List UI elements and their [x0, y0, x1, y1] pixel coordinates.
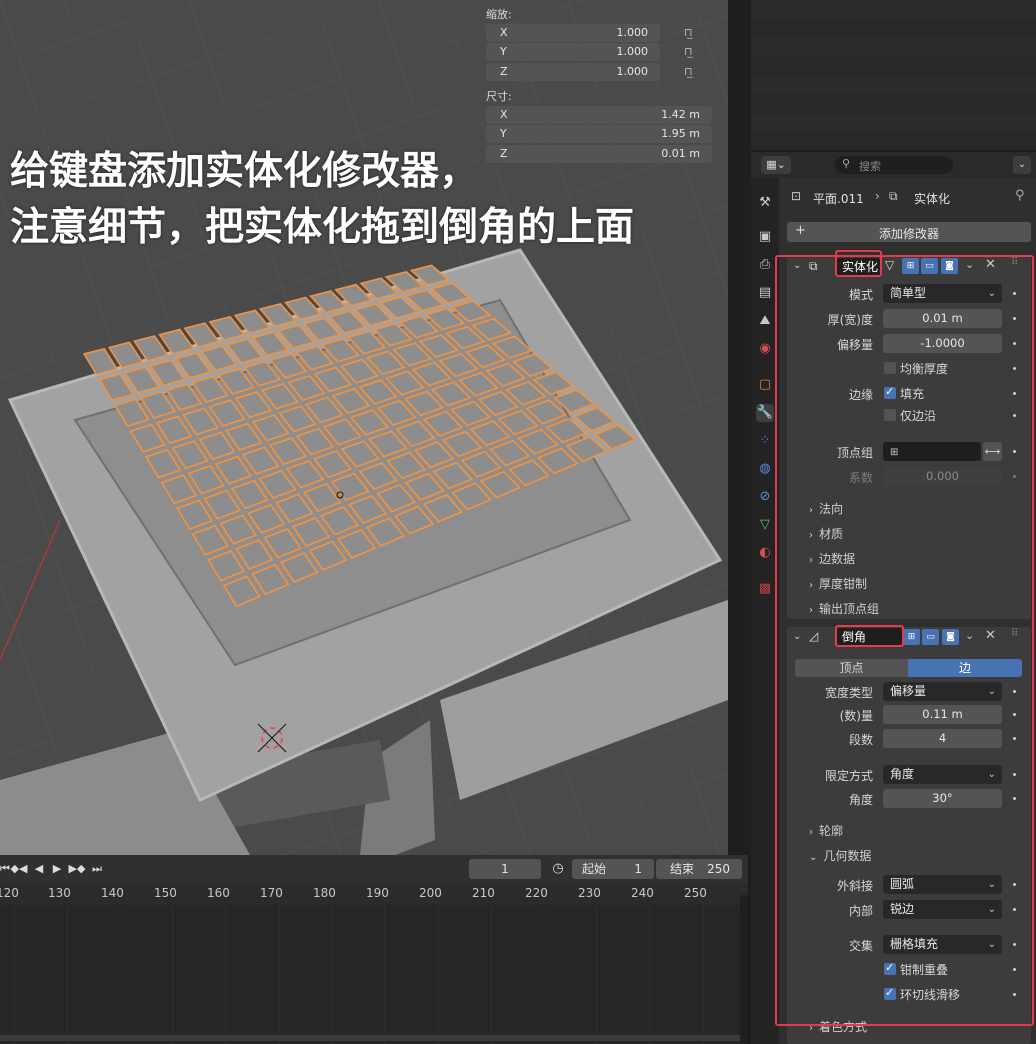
tick-label: 220 — [525, 886, 548, 900]
pin-icon[interactable]: ⚲ — [1015, 188, 1025, 203]
highlight-bevel-name — [835, 625, 904, 647]
jump-end-icon[interactable]: ⏭ — [88, 861, 106, 877]
timeline-editor[interactable]: ⏮ ◆◀ ◀ ▶ ▶◆ ⏭ 1 ◷ 起始 1 结束 250 120 130 14… — [0, 855, 748, 1044]
render-tab-icon[interactable]: ▣ — [756, 228, 774, 246]
lock-icon[interactable]: ⊓̲ — [684, 45, 700, 59]
scale-z-field[interactable]: Z 1.000 — [486, 63, 660, 81]
scene-tab-icon[interactable]: ⛰ — [756, 312, 774, 330]
add-modifier-label: 添加修改器 — [878, 227, 939, 241]
tick-label: 150 — [154, 886, 177, 900]
tick-label: 190 — [366, 886, 389, 900]
tick-label: 160 — [207, 886, 230, 900]
dimension-y-field[interactable]: Y 1.95 m — [486, 125, 712, 143]
lock-icon[interactable]: ⊓̲ — [684, 26, 700, 40]
add-modifier-button[interactable]: + 添加修改器 — [787, 222, 1031, 242]
tick-label: 210 — [472, 886, 495, 900]
editor-type-icon[interactable]: ▦⌄ — [761, 156, 791, 174]
physics-tab-icon[interactable]: ◍ — [756, 460, 774, 478]
search-placeholder: 搜索 — [859, 160, 881, 173]
dimensions-title: 尺寸: — [486, 90, 512, 103]
timeline-scrollbar — [0, 1035, 740, 1041]
timeline-gridlines — [0, 905, 740, 1044]
dimension-x-field[interactable]: X 1.42 m — [486, 106, 712, 124]
tool-tab-icon[interactable]: ⚒ — [756, 194, 774, 212]
scale-y-field[interactable]: Y 1.000 — [486, 43, 660, 61]
search-icon: ⚲ — [842, 157, 851, 170]
current-frame-field[interactable]: 1 — [469, 859, 541, 879]
scale-title: 缩放: — [486, 8, 512, 21]
properties-header: ▦⌄ ⚲ 搜索 ⌄ — [751, 152, 1036, 178]
data-tab-icon[interactable]: ▽ — [756, 516, 774, 534]
start-frame-field[interactable]: 起始 1 — [572, 859, 654, 879]
output-tab-icon[interactable]: ⎙ — [756, 256, 774, 274]
caption-line-2: 注意细节，把实体化拖到倒角的上面 — [10, 205, 635, 250]
area-divider — [728, 0, 751, 855]
caption-line-1: 给键盘添加实体化修改器， — [10, 149, 479, 194]
highlight-modifier-stack — [775, 255, 1034, 1026]
play-icon[interactable]: ▶ — [48, 861, 66, 877]
highlight-solidify-name — [835, 250, 882, 277]
lock-icon[interactable]: ⊓̲ — [684, 65, 700, 79]
tick-label: 230 — [578, 886, 601, 900]
prev-keyframe-icon[interactable]: ◆◀ — [10, 861, 28, 877]
tick-label: 240 — [631, 886, 654, 900]
3d-viewport[interactable]: 缩放: X 1.000 Y 1.000 Z 1.000 ⊓̲ ⊓̲ ⊓̲ 尺寸: X1… — [0, 0, 728, 855]
tick-label: 130 — [48, 886, 71, 900]
tick-label: 200 — [419, 886, 442, 900]
tick-label: 170 — [260, 886, 283, 900]
next-keyframe-icon[interactable]: ▶◆ — [68, 861, 86, 877]
breadcrumb-modifier: 实体化 — [914, 192, 951, 206]
solidify-icon: ⧉ — [889, 189, 898, 203]
tick-label: 120 — [0, 886, 19, 900]
view-layer-tab-icon[interactable]: ▤ — [756, 284, 774, 302]
timeline-side-strip — [740, 895, 748, 1044]
search-input[interactable]: ⚲ 搜索 — [835, 156, 953, 174]
world-tab-icon[interactable]: ◉ — [756, 340, 774, 358]
timeline-ruler[interactable]: 120 130 140 150 160 170 180 190 200 210 … — [0, 883, 748, 905]
object-data-icon: ⊡ — [791, 189, 802, 203]
particles-tab-icon[interactable]: ⁘ — [756, 432, 774, 450]
options-dropdown-icon[interactable]: ⌄ — [1013, 156, 1031, 174]
timeline-header: ⏮ ◆◀ ◀ ▶ ▶◆ ⏭ 1 ◷ 起始 1 结束 250 — [0, 855, 748, 883]
tutorial-caption: 给键盘添加实体化修改器， 注意细节，把实体化拖到倒角的上面 — [10, 144, 634, 256]
texture-tab-icon[interactable]: ▩ — [756, 580, 774, 598]
material-tab-icon[interactable]: ◐ — [756, 544, 774, 562]
breadcrumb-object: 平面.011 — [813, 192, 864, 206]
breadcrumb-separator-icon: › — [875, 189, 880, 203]
outliner-rows — [751, 0, 1036, 132]
constraints-tab-icon[interactable]: ⊘ — [756, 488, 774, 506]
tick-label: 180 — [313, 886, 336, 900]
modifier-tab-icon[interactable]: 🔧 — [756, 404, 774, 422]
outliner-panel[interactable] — [751, 0, 1036, 150]
play-reverse-icon[interactable]: ◀ — [30, 861, 48, 877]
scale-x-field[interactable]: X 1.000 — [486, 24, 660, 42]
tick-label: 140 — [101, 886, 124, 900]
timeline-body[interactable] — [0, 905, 740, 1044]
end-frame-field[interactable]: 结束 250 — [656, 859, 742, 879]
tick-label: 250 — [684, 886, 707, 900]
object-tab-icon[interactable]: ▢ — [756, 376, 774, 394]
stopwatch-icon[interactable]: ◷ — [549, 861, 567, 877]
